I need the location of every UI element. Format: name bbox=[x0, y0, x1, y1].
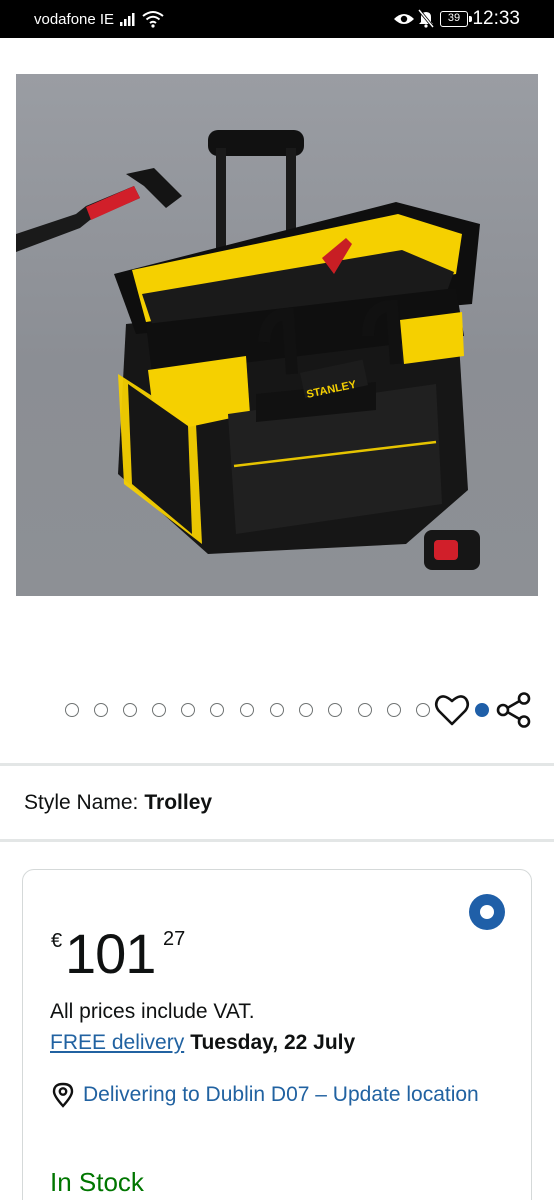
wifi-icon bbox=[142, 11, 164, 28]
price-fraction: 27 bbox=[163, 928, 186, 950]
wishlist-button[interactable] bbox=[434, 693, 470, 727]
section-divider bbox=[0, 763, 554, 766]
carousel-dot[interactable] bbox=[358, 703, 372, 717]
eye-icon bbox=[394, 14, 414, 24]
status-bar: vodafone IE 39 12:33 bbox=[0, 0, 554, 38]
carousel-dot[interactable] bbox=[270, 703, 284, 717]
vat-note: All prices include VAT. bbox=[50, 1000, 255, 1023]
signal-icon bbox=[120, 13, 135, 26]
carousel-dot[interactable] bbox=[94, 703, 108, 717]
carousel-dot[interactable] bbox=[299, 703, 313, 717]
stanley-tool-trolley-bag-photo: STANLEY bbox=[16, 130, 480, 570]
carousel-dot[interactable] bbox=[210, 703, 224, 717]
share-icon bbox=[496, 692, 531, 728]
bag-body: STANLEY bbox=[114, 202, 480, 554]
style-label: Style Name: bbox=[24, 791, 139, 814]
carousel-dot[interactable] bbox=[416, 703, 430, 717]
carousel-dot[interactable] bbox=[240, 703, 254, 717]
carousel-dot[interactable] bbox=[387, 703, 401, 717]
carousel-dot[interactable] bbox=[328, 703, 342, 717]
share-button[interactable] bbox=[494, 692, 534, 728]
buy-box: € 101 27 All prices include VAT. FREE de… bbox=[22, 869, 532, 1200]
style-selector[interactable]: Style Name: Trolley bbox=[24, 791, 212, 815]
product-image[interactable]: STANLEY bbox=[16, 74, 538, 596]
location-pin-icon bbox=[52, 1082, 74, 1108]
price-currency: € bbox=[51, 930, 63, 952]
image-carousel-indicators bbox=[0, 690, 554, 730]
carrier-name: vodafone IE bbox=[34, 11, 115, 28]
carousel-dot[interactable] bbox=[123, 703, 137, 717]
battery-indicator: 39 bbox=[440, 11, 472, 27]
delivery-info: FREE delivery Tuesday, 22 July bbox=[50, 1031, 355, 1055]
offer-radio-button[interactable] bbox=[469, 894, 505, 930]
style-value: Trolley bbox=[144, 791, 213, 814]
heart-icon bbox=[434, 695, 470, 726]
delivery-date: Tuesday, 22 July bbox=[190, 1031, 356, 1054]
carousel-dot[interactable] bbox=[65, 703, 79, 717]
mute-bell-icon bbox=[418, 9, 434, 28]
free-delivery-link[interactable]: FREE delivery bbox=[50, 1031, 184, 1054]
clock: 12:33 bbox=[472, 8, 520, 29]
carousel-dot[interactable] bbox=[181, 703, 195, 717]
carousel-dot[interactable] bbox=[152, 703, 166, 717]
hammer-illustration bbox=[16, 168, 182, 252]
stock-status: In Stock bbox=[50, 1167, 144, 1197]
price-whole: 101 bbox=[65, 922, 156, 985]
tape-measure-illustration bbox=[424, 530, 480, 570]
section-divider bbox=[0, 839, 554, 842]
carousel-dot-active[interactable] bbox=[475, 703, 489, 717]
delivery-location-link[interactable]: Delivering to Dublin D07 – Update locati… bbox=[83, 1079, 503, 1110]
